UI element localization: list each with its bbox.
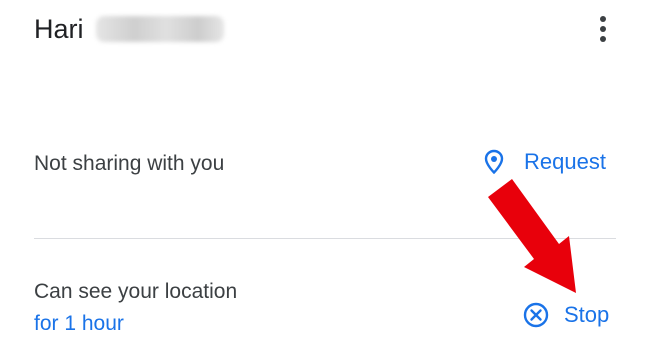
more-vert-icon-dot [600,26,606,32]
contact-first-name: Hari [34,13,84,44]
sharing-duration[interactable]: for 1 hour [34,312,124,336]
stop-label: Stop [564,302,610,327]
location-pin-icon [484,149,504,175]
can-see-location-status: Can see your location [34,280,238,303]
blurred-surname [95,16,224,42]
stop-button[interactable]: Stop [522,301,609,329]
not-sharing-status: Not sharing with you [34,152,225,175]
more-vert-icon-dot [600,36,606,42]
more-vert-icon [600,16,606,22]
more-options-button[interactable] [588,10,618,48]
section-divider [34,238,616,239]
red-arrow-shape [488,179,576,293]
contact-name-row: Hari [34,12,224,46]
request-button[interactable]: Request [484,149,606,175]
cancel-circle-icon [523,302,549,328]
request-label: Request [524,149,606,174]
